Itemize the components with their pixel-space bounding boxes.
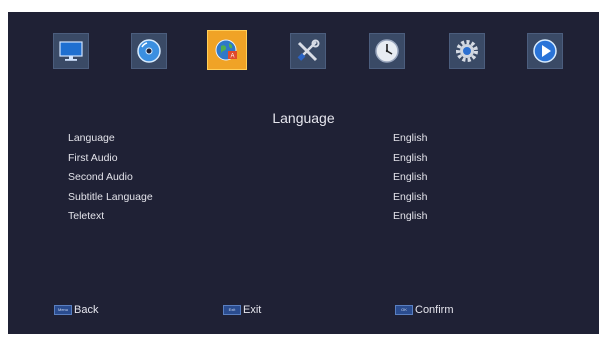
footer-confirm-label: Confirm (415, 304, 454, 316)
setting-row-teletext[interactable]: Teletext English (68, 210, 508, 226)
svg-text:A: A (230, 54, 234, 60)
setting-row-second-audio[interactable]: Second Audio English (68, 171, 508, 187)
tools-icon (297, 39, 320, 62)
setting-row-subtitle-language[interactable]: Subtitle Language English (68, 191, 508, 207)
footer-exit-label: Exit (243, 304, 262, 316)
setting-label: Teletext (68, 210, 105, 222)
clock-icon (375, 39, 399, 63)
setting-row-first-audio[interactable]: First Audio English (68, 152, 508, 168)
setting-label: Language (68, 132, 115, 144)
menu-tab-installation[interactable] (131, 33, 167, 69)
setting-value[interactable]: English (393, 191, 427, 203)
footer-confirm[interactable]: OK Confirm (395, 303, 454, 317)
menu-tab-time[interactable] (369, 33, 405, 69)
main-menu-bar: A (8, 12, 599, 88)
setting-row-language[interactable]: Language English (68, 132, 508, 148)
menu-tab-media[interactable] (527, 33, 563, 69)
monitor-icon (59, 41, 83, 61)
setting-label: Second Audio (68, 171, 133, 183)
play-icon (533, 39, 557, 63)
menu-tab-language[interactable]: A (207, 30, 247, 70)
disc-icon (137, 39, 161, 63)
setting-value[interactable]: English (393, 210, 427, 222)
ok-key-icon: OK (395, 305, 413, 315)
menu-tab-tools[interactable] (290, 33, 326, 69)
setting-value[interactable]: English (393, 171, 427, 183)
footer-exit[interactable]: Exit Exit (223, 303, 261, 317)
footer-back[interactable]: Menu Back (54, 303, 98, 317)
footer-back-label: Back (74, 304, 99, 316)
globe-language-icon: A (215, 39, 237, 61)
menu-tab-settings[interactable] (449, 33, 485, 69)
exit-key-icon: Exit (223, 305, 241, 315)
setting-value[interactable]: English (393, 132, 427, 144)
gear-icon (456, 40, 478, 62)
setting-label: First Audio (68, 152, 118, 164)
page-title: Language (272, 110, 335, 126)
menu-key-icon: Menu (54, 305, 72, 315)
setting-label: Subtitle Language (68, 191, 153, 203)
osd-screen: A Language Language English First Audio … (8, 12, 599, 334)
setting-value[interactable]: English (393, 152, 427, 164)
menu-tab-picture[interactable] (53, 33, 89, 69)
